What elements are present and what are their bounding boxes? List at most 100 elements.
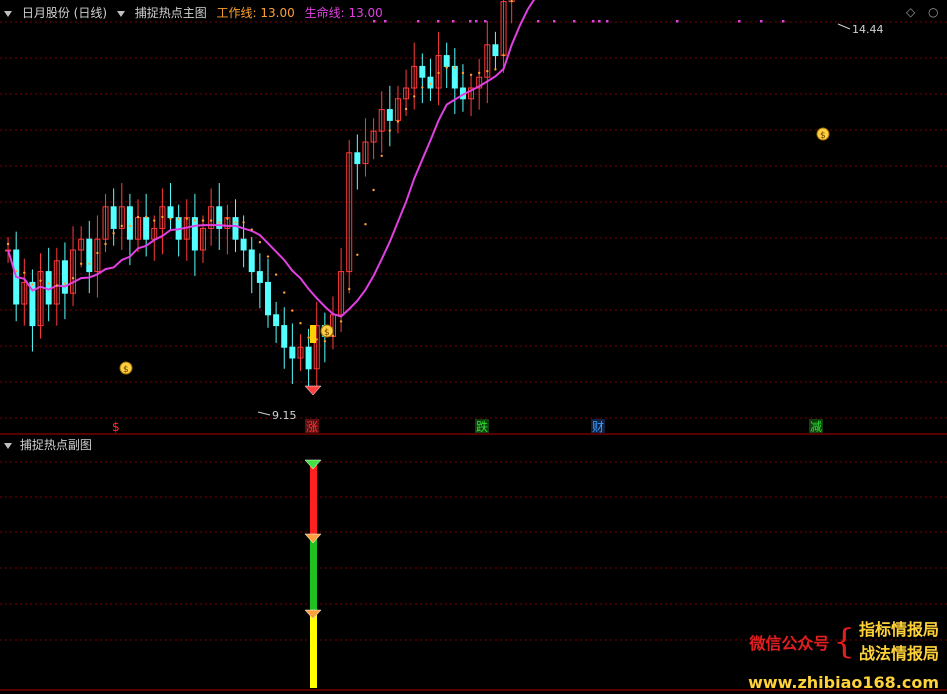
money-bag-symbol: $	[324, 328, 330, 338]
top-marker	[553, 20, 556, 23]
work-line-dot	[404, 107, 408, 111]
top-marker	[760, 20, 763, 23]
watermark-line2: 战法情报局	[858, 644, 939, 663]
work-line-dot	[356, 253, 359, 256]
signal-label: 财	[592, 420, 604, 434]
candle-body	[191, 217, 198, 251]
work-line-dot	[274, 273, 278, 276]
work-line-dot	[413, 95, 416, 98]
high-label: 14.44	[852, 23, 884, 36]
close-icon[interactable]: ○	[928, 5, 938, 19]
indicator-menu-icon[interactable]	[116, 10, 125, 17]
work-line-dot	[299, 322, 302, 325]
gem-icon	[304, 609, 322, 620]
candle-body	[386, 109, 393, 121]
work-line-dot	[494, 68, 497, 71]
gem-icon	[304, 533, 322, 544]
signal-label: 减	[810, 420, 822, 434]
work-line-dot	[461, 71, 465, 75]
candle-body	[167, 206, 174, 219]
top-marker	[782, 20, 785, 23]
work-line-dot	[502, 53, 505, 57]
candle-body	[451, 65, 458, 89]
work-line-dot	[144, 215, 148, 219]
work-line-dot	[348, 287, 351, 291]
top-marker	[598, 20, 601, 23]
top-marker	[606, 20, 609, 23]
gem-icon	[304, 385, 322, 396]
work-line-dot	[421, 86, 424, 89]
work-line-dot	[128, 224, 132, 228]
money-bag-symbol: $	[123, 365, 129, 375]
work-line-dot	[388, 129, 392, 132]
work-line-dot	[71, 277, 75, 280]
candle-body	[492, 44, 499, 57]
top-marker	[469, 20, 472, 23]
work-line-dot	[112, 232, 115, 235]
work-line-dot	[47, 282, 50, 285]
work-line-dot	[88, 262, 91, 265]
work-line-dot	[339, 320, 343, 323]
low-pointer	[257, 411, 271, 416]
top-marker	[573, 20, 576, 23]
work-line-dot	[364, 223, 367, 226]
work-line-dot	[291, 309, 294, 312]
top-marker	[484, 20, 487, 23]
watermark-left: 微信公众号	[749, 634, 830, 653]
work-line-dot	[372, 188, 375, 192]
work-line-dot	[39, 279, 42, 282]
candle-body	[419, 65, 426, 78]
work-line-dot	[55, 284, 58, 287]
signal-label: 涨	[306, 419, 318, 434]
sub-header: 捕捉热点副图	[4, 436, 92, 453]
top-marker	[537, 20, 540, 23]
candle-body	[232, 217, 239, 240]
top-marker	[452, 20, 455, 23]
work-line-dot	[169, 217, 172, 220]
sub-bar-yellow	[310, 614, 317, 688]
chart-window: 14.44 9.15 $ $ $ $ 涨 跌 财 减 日月股份 (日线) 捕捉热点主图 工作线: …	[0, 0, 947, 694]
period-label: (日线)	[73, 6, 108, 20]
work-line-dot	[445, 66, 448, 69]
top-marker	[676, 20, 679, 23]
work-line-dot	[79, 262, 83, 265]
work-line-dot	[226, 217, 229, 220]
life-line	[7, 0, 536, 318]
watermark-line1: 指标情报局	[858, 620, 939, 639]
main-header: 日月股份 (日线) 捕捉热点主图 工作线: 13.00 生命线: 13.00	[4, 4, 389, 21]
top-marker	[417, 20, 420, 23]
work-line-dot	[469, 73, 473, 77]
collapse-icon[interactable]	[4, 10, 12, 17]
work-line-dot	[31, 283, 34, 286]
work-line-dot	[14, 269, 18, 273]
sub-collapse-icon[interactable]	[4, 442, 12, 449]
diamond-icon[interactable]: ◇	[906, 5, 915, 19]
candle-body	[305, 346, 312, 370]
candle-body	[240, 238, 247, 251]
top-marker	[592, 20, 595, 23]
work-line-dot	[96, 251, 99, 255]
work-line-dot	[136, 215, 140, 219]
work-line-dot	[380, 154, 383, 157]
main-chart[interactable]: 14.44 9.15 $ $ $ $ 涨 跌 财 减	[0, 0, 947, 694]
low-label: 9.15	[272, 409, 297, 422]
candle-body	[273, 314, 280, 327]
indicator-name[interactable]: 捕捉热点主图	[135, 6, 207, 20]
work-line-dot	[396, 120, 400, 123]
sub-bar-green	[310, 536, 317, 614]
work-line-dot	[120, 224, 123, 228]
candle-body	[126, 206, 133, 240]
life-line-label: 生命线: 13.00	[304, 6, 383, 20]
candle-body	[443, 55, 450, 67]
stock-name: 日月股份	[21, 6, 70, 20]
candle-body	[143, 217, 150, 240]
candle-body	[248, 249, 255, 273]
work-line-dot	[153, 219, 156, 222]
brace-icon: {	[833, 622, 855, 662]
candle-body	[289, 346, 296, 359]
work-line-dot	[477, 71, 481, 75]
work-line-dot	[486, 70, 489, 73]
signal-bar	[310, 325, 316, 343]
sub-indicator-name[interactable]: 捕捉热点副图	[20, 438, 92, 452]
work-line-dot	[104, 242, 107, 246]
